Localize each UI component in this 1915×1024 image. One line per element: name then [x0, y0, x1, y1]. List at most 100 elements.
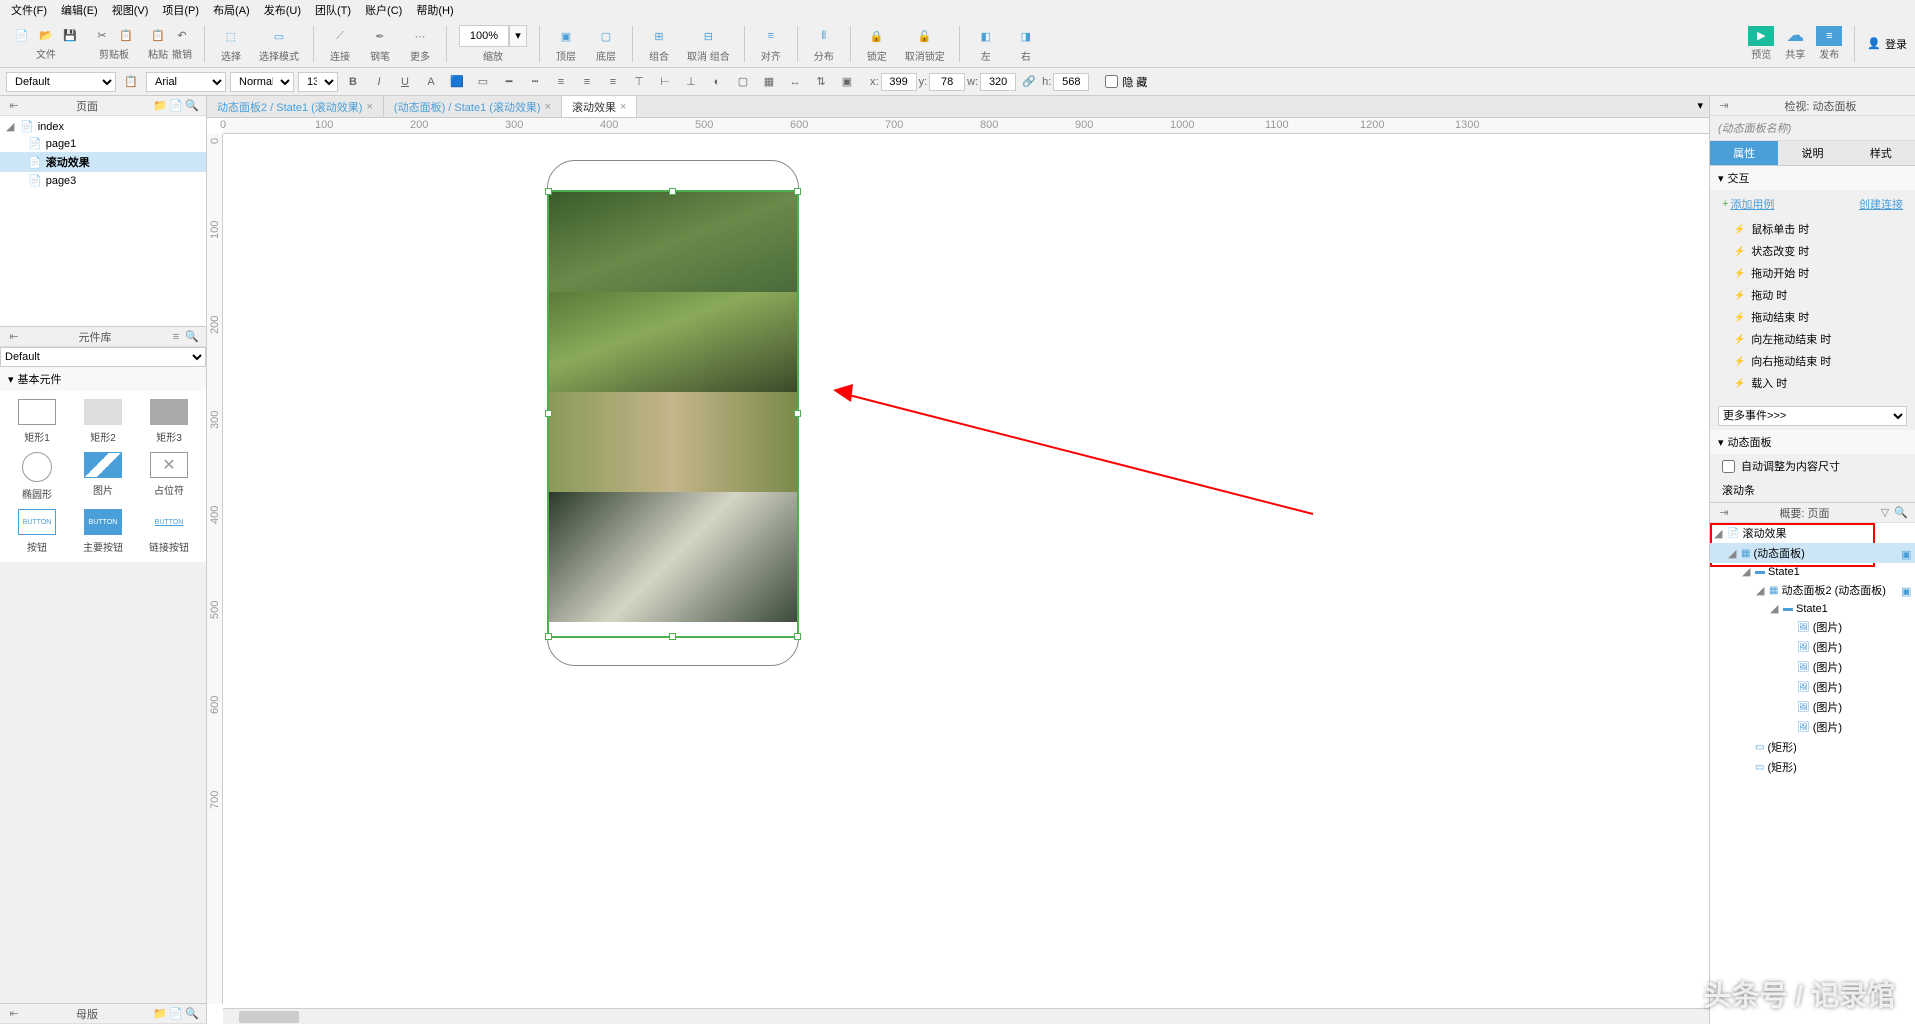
- align-left-btn[interactable]: ◧左: [968, 22, 1004, 65]
- ungroup-btn[interactable]: ⊟取消 组合: [681, 22, 736, 65]
- close-icon[interactable]: ×: [545, 101, 551, 113]
- style-preset-select[interactable]: Default: [6, 72, 116, 92]
- save-file-icon[interactable]: 💾: [60, 27, 80, 45]
- tree-toggle-icon[interactable]: ◢: [1728, 547, 1738, 560]
- outline-item[interactable]: ◢▦动态面板2 (动态面板)▣: [1710, 580, 1915, 600]
- tab-style[interactable]: 样式: [1847, 141, 1915, 165]
- tab-2[interactable]: 滚动效果×: [562, 96, 637, 117]
- valign-top-icon[interactable]: ⊤: [628, 72, 650, 92]
- new-file-icon[interactable]: 📄: [12, 27, 32, 45]
- align-btn[interactable]: ≡对齐: [753, 22, 789, 65]
- valign-bot-icon[interactable]: ⊥: [680, 72, 702, 92]
- close-icon[interactable]: ×: [366, 101, 372, 113]
- w-input[interactable]: [980, 73, 1016, 91]
- login-button[interactable]: 👤登录: [1867, 26, 1907, 62]
- spacing-icon[interactable]: ⇅: [810, 72, 832, 92]
- outer-border-icon[interactable]: ▢: [732, 72, 754, 92]
- select-tool[interactable]: ⬚ 选择: [213, 22, 249, 65]
- y-input[interactable]: [929, 73, 965, 91]
- lib-rect1[interactable]: 矩形1: [8, 399, 66, 444]
- outline-item[interactable]: ◢📄滚动效果: [1710, 523, 1915, 543]
- outline-item[interactable]: ▭(矩形): [1710, 757, 1915, 777]
- more-events-select[interactable]: 更多事件>>>: [1718, 406, 1907, 426]
- event-item[interactable]: ⚡向左拖动结束 时: [1710, 328, 1915, 350]
- menu-help[interactable]: 帮助(H): [410, 0, 459, 20]
- outline-item[interactable]: 🖼(图片): [1710, 617, 1915, 637]
- bold-icon[interactable]: B: [342, 72, 364, 92]
- outline-item[interactable]: 🖼(图片): [1710, 717, 1915, 737]
- tab-notes[interactable]: 说明: [1778, 141, 1846, 165]
- copy-style-icon[interactable]: 📋: [120, 72, 142, 92]
- italic-icon[interactable]: I: [368, 72, 390, 92]
- fill-picker-icon[interactable]: ◐: [706, 72, 728, 92]
- search-outline-icon[interactable]: 🔍: [1893, 505, 1909, 521]
- tree-item-index[interactable]: ◢ 📄 index: [0, 118, 206, 135]
- unlock-btn[interactable]: 🔓取消锁定: [899, 22, 951, 65]
- padding-icon[interactable]: ▣: [836, 72, 858, 92]
- horizontal-scrollbar[interactable]: [223, 1008, 1709, 1024]
- line-style-icon[interactable]: ┅: [524, 72, 546, 92]
- lock-btn[interactable]: 🔒锁定: [859, 22, 895, 65]
- event-item[interactable]: ⚡状态改变 时: [1710, 240, 1915, 262]
- menu-view[interactable]: 视图(V): [106, 0, 155, 20]
- auto-fit-checkbox[interactable]: [1722, 460, 1735, 473]
- outline-item[interactable]: ◢▬State1: [1710, 600, 1915, 617]
- line-width-icon[interactable]: ━: [498, 72, 520, 92]
- outline-item[interactable]: ◢▬State1: [1710, 563, 1915, 580]
- lib-image[interactable]: 图片: [74, 452, 132, 501]
- outline-item[interactable]: 🖼(图片): [1710, 637, 1915, 657]
- pen-tool[interactable]: ✒ 钢笔: [362, 22, 398, 65]
- canvas[interactable]: [223, 134, 1709, 1024]
- tab-properties[interactable]: 属性: [1710, 141, 1778, 165]
- outline-item[interactable]: 🖼(图片): [1710, 657, 1915, 677]
- lock-ratio-icon[interactable]: 🔗: [1018, 72, 1040, 92]
- lib-link-button[interactable]: BUTTON链接按钮: [140, 509, 198, 554]
- open-file-icon[interactable]: 📂: [36, 27, 56, 45]
- x-input[interactable]: [881, 73, 917, 91]
- tree-item-page3[interactable]: 📄 page3: [0, 172, 206, 189]
- group-btn[interactable]: ⊞组合: [641, 22, 677, 65]
- close-icon[interactable]: ×: [620, 101, 626, 113]
- scroll-thumb[interactable]: [239, 1011, 299, 1023]
- event-item[interactable]: ⚡拖动 时: [1710, 284, 1915, 306]
- dp-section[interactable]: ▾ 动态面板: [1710, 430, 1915, 454]
- tree-toggle-icon[interactable]: ◢: [1742, 565, 1752, 578]
- lib-primary-button[interactable]: BUTTON主要按钮: [74, 509, 132, 554]
- resize-handle[interactable]: [794, 188, 801, 195]
- paste-icon[interactable]: 📋: [116, 27, 136, 45]
- tree-toggle-icon[interactable]: ◢: [1770, 602, 1780, 615]
- search-pages-icon[interactable]: 🔍: [184, 98, 200, 114]
- widget-name-input[interactable]: (动态面板名称): [1710, 116, 1915, 141]
- menu-file[interactable]: 文件(F): [5, 0, 53, 20]
- undo-icon[interactable]: ↶: [172, 27, 192, 45]
- menu-account[interactable]: 账户(C): [359, 0, 408, 20]
- menu-layout[interactable]: 布局(A): [207, 0, 256, 20]
- weight-select[interactable]: Normal: [230, 72, 294, 92]
- resize-handle[interactable]: [669, 188, 676, 195]
- menu-project[interactable]: 项目(P): [156, 0, 205, 20]
- menu-publish[interactable]: 发布(U): [258, 0, 307, 20]
- hidden-checkbox[interactable]: [1105, 75, 1118, 88]
- lib-placeholder[interactable]: 占位符: [140, 452, 198, 501]
- resize-handle[interactable]: [545, 188, 552, 195]
- zoom-input[interactable]: [459, 25, 509, 47]
- library-menu-icon[interactable]: ≡: [168, 329, 184, 345]
- tree-toggle-icon[interactable]: ◢: [1756, 584, 1766, 597]
- resize-handle[interactable]: [669, 633, 676, 640]
- event-item[interactable]: ⚡拖动结束 时: [1710, 306, 1915, 328]
- add-folder-icon[interactable]: 📁: [152, 98, 168, 114]
- preview-button[interactable]: ▶预览: [1748, 26, 1774, 62]
- tab-overflow-icon[interactable]: ▾: [1691, 96, 1709, 117]
- send-back[interactable]: ▢底层: [588, 22, 624, 65]
- event-item[interactable]: ⚡鼠标单击 时: [1710, 218, 1915, 240]
- lib-rect3[interactable]: 矩形3: [140, 399, 198, 444]
- fill-color-icon[interactable]: 🟦: [446, 72, 468, 92]
- resize-handle[interactable]: [545, 410, 552, 417]
- distribute-btn[interactable]: ⫴分布: [806, 22, 842, 65]
- align-left-icon[interactable]: ≡: [550, 72, 572, 92]
- border-color-icon[interactable]: ▭: [472, 72, 494, 92]
- share-button[interactable]: ☁共享: [1782, 26, 1808, 62]
- tree-item-scroll[interactable]: 📄 滚动效果: [0, 152, 206, 172]
- resize-handle[interactable]: [545, 633, 552, 640]
- tree-item-page1[interactable]: 📄 page1: [0, 135, 206, 152]
